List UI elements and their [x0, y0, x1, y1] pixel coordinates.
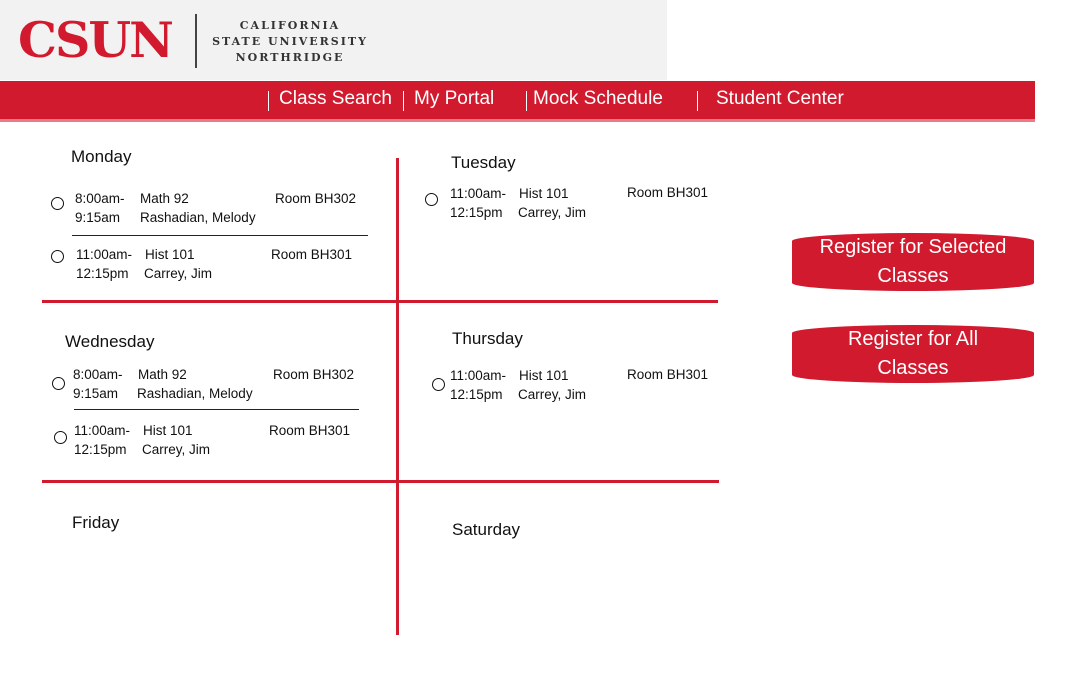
nav-mock-schedule[interactable]: Mock Schedule: [533, 88, 663, 110]
class-instructor: Carrey, Jim: [518, 205, 587, 220]
class-end-time: 12:15pm: [76, 266, 129, 281]
class-start-time: 8:00am-: [75, 191, 125, 206]
day-heading-wednesday: Wednesday: [65, 332, 155, 351]
nav-separator: [697, 91, 698, 111]
register-selected-label-line1: Register for Selected: [819, 236, 1007, 258]
class-room: Room BH301: [627, 185, 709, 200]
class-course: Hist 101: [145, 247, 195, 262]
class-course: Hist 101: [143, 423, 193, 438]
class-select-radio[interactable]: [54, 431, 67, 444]
register-selected-button[interactable]: Register for Selected Classes: [792, 233, 1034, 291]
grid-vertical-divider: [396, 158, 399, 635]
class-end-time: 12:15pm: [74, 442, 127, 457]
class-course: Hist 101: [519, 368, 569, 383]
class-end-time: 9:15am: [75, 210, 121, 225]
day-heading-thursday: Thursday: [452, 329, 523, 348]
class-end-time: 12:15pm: [450, 387, 503, 402]
day-heading-saturday: Saturday: [452, 520, 521, 539]
class-start-time: 11:00am-: [450, 368, 507, 383]
grid-horizontal-divider-bottom: [42, 480, 719, 483]
class-instructor: Carrey, Jim: [142, 442, 211, 457]
day-heading-tuesday: Tuesday: [451, 153, 516, 172]
class-course: Hist 101: [519, 186, 569, 201]
logo-line-california: CALIFORNIA: [239, 19, 341, 32]
grid-horizontal-divider-top: [42, 300, 718, 303]
nav-separator: [268, 91, 269, 111]
class-instructor: Carrey, Jim: [144, 266, 213, 281]
nav-class-search[interactable]: Class Search: [279, 88, 392, 110]
nav-student-center[interactable]: Student Center: [716, 88, 844, 110]
class-divider: [74, 409, 359, 410]
class-end-time: 9:15am: [73, 386, 119, 401]
class-room: Room BH301: [271, 247, 353, 262]
class-room: Room BH301: [627, 367, 709, 382]
day-heading-friday: Friday: [72, 513, 120, 532]
class-start-time: 11:00am-: [74, 423, 131, 438]
nav-separator: [526, 91, 527, 111]
register-selected-label-line2: Classes: [877, 265, 949, 287]
class-room: Room BH301: [269, 423, 351, 438]
class-instructor: Rashadian, Melody: [140, 210, 256, 225]
logo-line-northridge: NORTHRIDGE: [235, 51, 345, 64]
class-select-radio[interactable]: [52, 377, 65, 390]
class-select-radio[interactable]: [432, 378, 445, 391]
class-select-radio[interactable]: [425, 193, 438, 206]
day-heading-monday: Monday: [71, 147, 132, 166]
class-room: Room BH302: [273, 367, 355, 382]
class-course: Math 92: [140, 191, 189, 206]
nav-my-portal[interactable]: My Portal: [414, 88, 494, 110]
class-end-time: 12:15pm: [450, 205, 503, 220]
nav-bar: Class Search My Portal Mock Schedule Stu…: [0, 81, 1035, 122]
register-all-label-line1: Register for All: [847, 328, 979, 350]
class-select-radio[interactable]: [51, 197, 64, 210]
class-course: Math 92: [138, 367, 187, 382]
class-instructor: Rashadian, Melody: [137, 386, 253, 401]
logo-divider: [195, 14, 197, 68]
class-start-time: 11:00am-: [450, 186, 507, 201]
class-start-time: 8:00am-: [73, 367, 123, 382]
nav-separator: [403, 91, 404, 111]
register-all-button[interactable]: Register for All Classes: [792, 325, 1034, 383]
class-room: Room BH302: [275, 191, 357, 206]
class-instructor: Carrey, Jim: [518, 387, 587, 402]
logo-line-state-university: STATE UNIVERSITY: [212, 35, 368, 48]
csun-logo[interactable]: CSUN: [18, 10, 174, 70]
register-all-label-line2: Classes: [877, 357, 949, 379]
class-select-radio[interactable]: [51, 250, 64, 263]
class-divider: [72, 235, 368, 236]
class-start-time: 11:00am-: [76, 247, 133, 262]
